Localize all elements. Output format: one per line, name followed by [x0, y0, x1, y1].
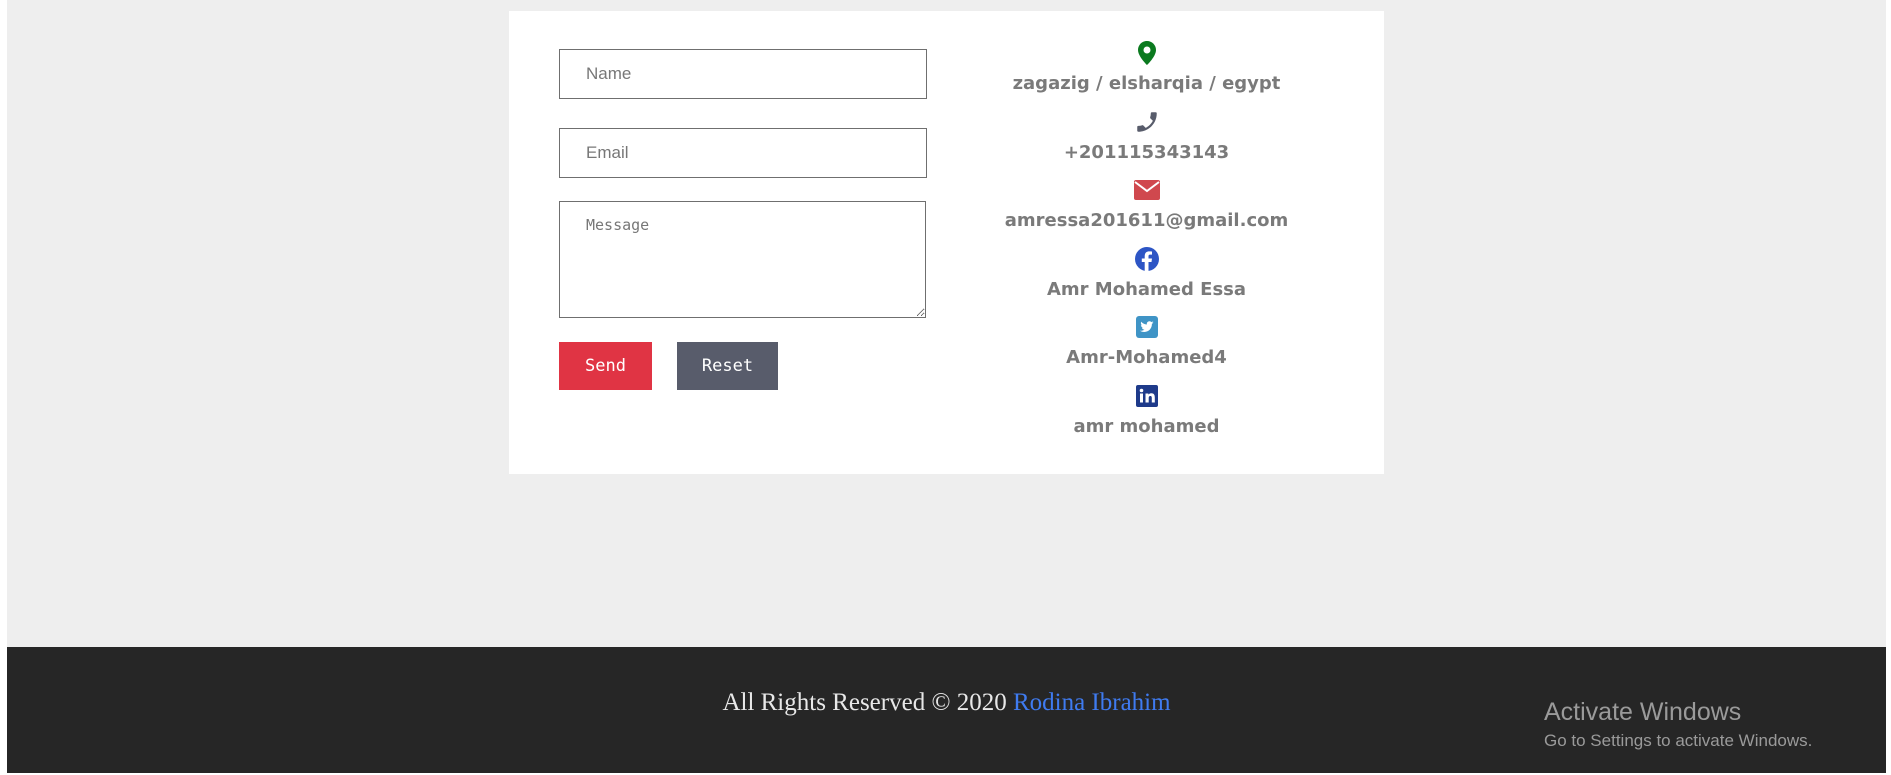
- message-textarea[interactable]: [559, 201, 926, 318]
- contact-twitter: Amr-Mohamed4: [979, 313, 1314, 382]
- facebook-icon[interactable]: [1134, 245, 1159, 273]
- map-marker-icon: [1137, 39, 1156, 67]
- contact-facebook: Amr Mohamed Essa: [979, 245, 1314, 314]
- twitter-text[interactable]: Amr-Mohamed4: [1066, 347, 1227, 369]
- twitter-icon[interactable]: [1135, 313, 1158, 341]
- contact-location: zagazig / elsharqia / egypt: [979, 39, 1314, 108]
- watermark-title: Activate Windows: [1544, 698, 1742, 726]
- email-input[interactable]: [559, 128, 927, 178]
- location-text: zagazig / elsharqia / egypt: [1012, 73, 1281, 94]
- linkedin-text[interactable]: amr mohamed: [1074, 416, 1220, 438]
- phone-text: +201115343143: [1063, 141, 1230, 163]
- email-text[interactable]: amressa201611@gmail.com: [1005, 210, 1288, 232]
- linkedin-icon[interactable]: [1135, 382, 1158, 410]
- contact-card: Send Reset zagazig / elsharqia / egypt +…: [509, 11, 1384, 474]
- contact-email: amressa201611@gmail.com: [979, 176, 1314, 245]
- contact-phone: +201115343143: [979, 108, 1314, 177]
- reset-button[interactable]: Reset: [677, 342, 778, 390]
- windows-activation-watermark: Activate Windows Go to Settings to activ…: [1544, 697, 1812, 753]
- contact-info: zagazig / elsharqia / egypt +20111534314…: [979, 39, 1314, 451]
- send-button[interactable]: Send: [559, 342, 652, 390]
- name-input[interactable]: [559, 49, 927, 99]
- contact-linkedin: amr mohamed: [979, 382, 1314, 451]
- phone-icon: [1134, 108, 1160, 136]
- watermark-subtitle: Go to Settings to activate Windows.: [1544, 731, 1813, 750]
- facebook-text[interactable]: Amr Mohamed Essa: [1047, 279, 1246, 301]
- envelope-icon: [1133, 176, 1160, 204]
- author-link[interactable]: Rodina Ibrahim: [1013, 689, 1171, 716]
- copyright-label: All Rights Reserved © 2020: [722, 689, 1007, 716]
